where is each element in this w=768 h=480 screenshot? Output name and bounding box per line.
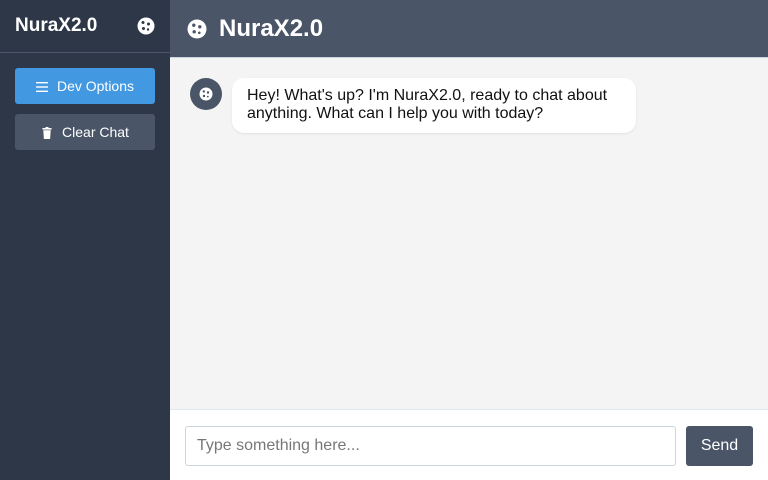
bot-message: Hey! What's up? I'm NuraX2.0, ready to c… xyxy=(232,78,636,133)
cookie-icon xyxy=(137,17,155,35)
message-input[interactable] xyxy=(185,426,676,466)
send-button[interactable]: Send xyxy=(686,426,753,466)
sidebar: NuraX2.0 Dev Options Clear Chat xyxy=(0,0,170,480)
page-title: NuraX2.0 xyxy=(219,14,324,42)
trash-icon xyxy=(41,126,53,139)
dev-options-button[interactable]: Dev Options xyxy=(15,68,155,104)
sidebar-header: NuraX2.0 xyxy=(0,0,170,53)
menu-icon xyxy=(35,80,48,92)
main-header: NuraX2.0 xyxy=(170,0,768,58)
composer-bar: Send xyxy=(170,409,768,480)
cookie-icon xyxy=(199,87,213,101)
sidebar-title: NuraX2.0 xyxy=(15,15,98,36)
clear-chat-label: Clear Chat xyxy=(62,124,129,140)
chat-messages: Hey! What's up? I'm NuraX2.0, ready to c… xyxy=(170,58,768,409)
bot-avatar xyxy=(190,78,222,110)
cookie-icon xyxy=(187,19,207,39)
clear-chat-button[interactable]: Clear Chat xyxy=(15,114,155,150)
dev-options-label: Dev Options xyxy=(56,78,135,94)
main-panel: NuraX2.0 Hey! What's up? I'm NuraX2.0, r… xyxy=(170,0,768,480)
